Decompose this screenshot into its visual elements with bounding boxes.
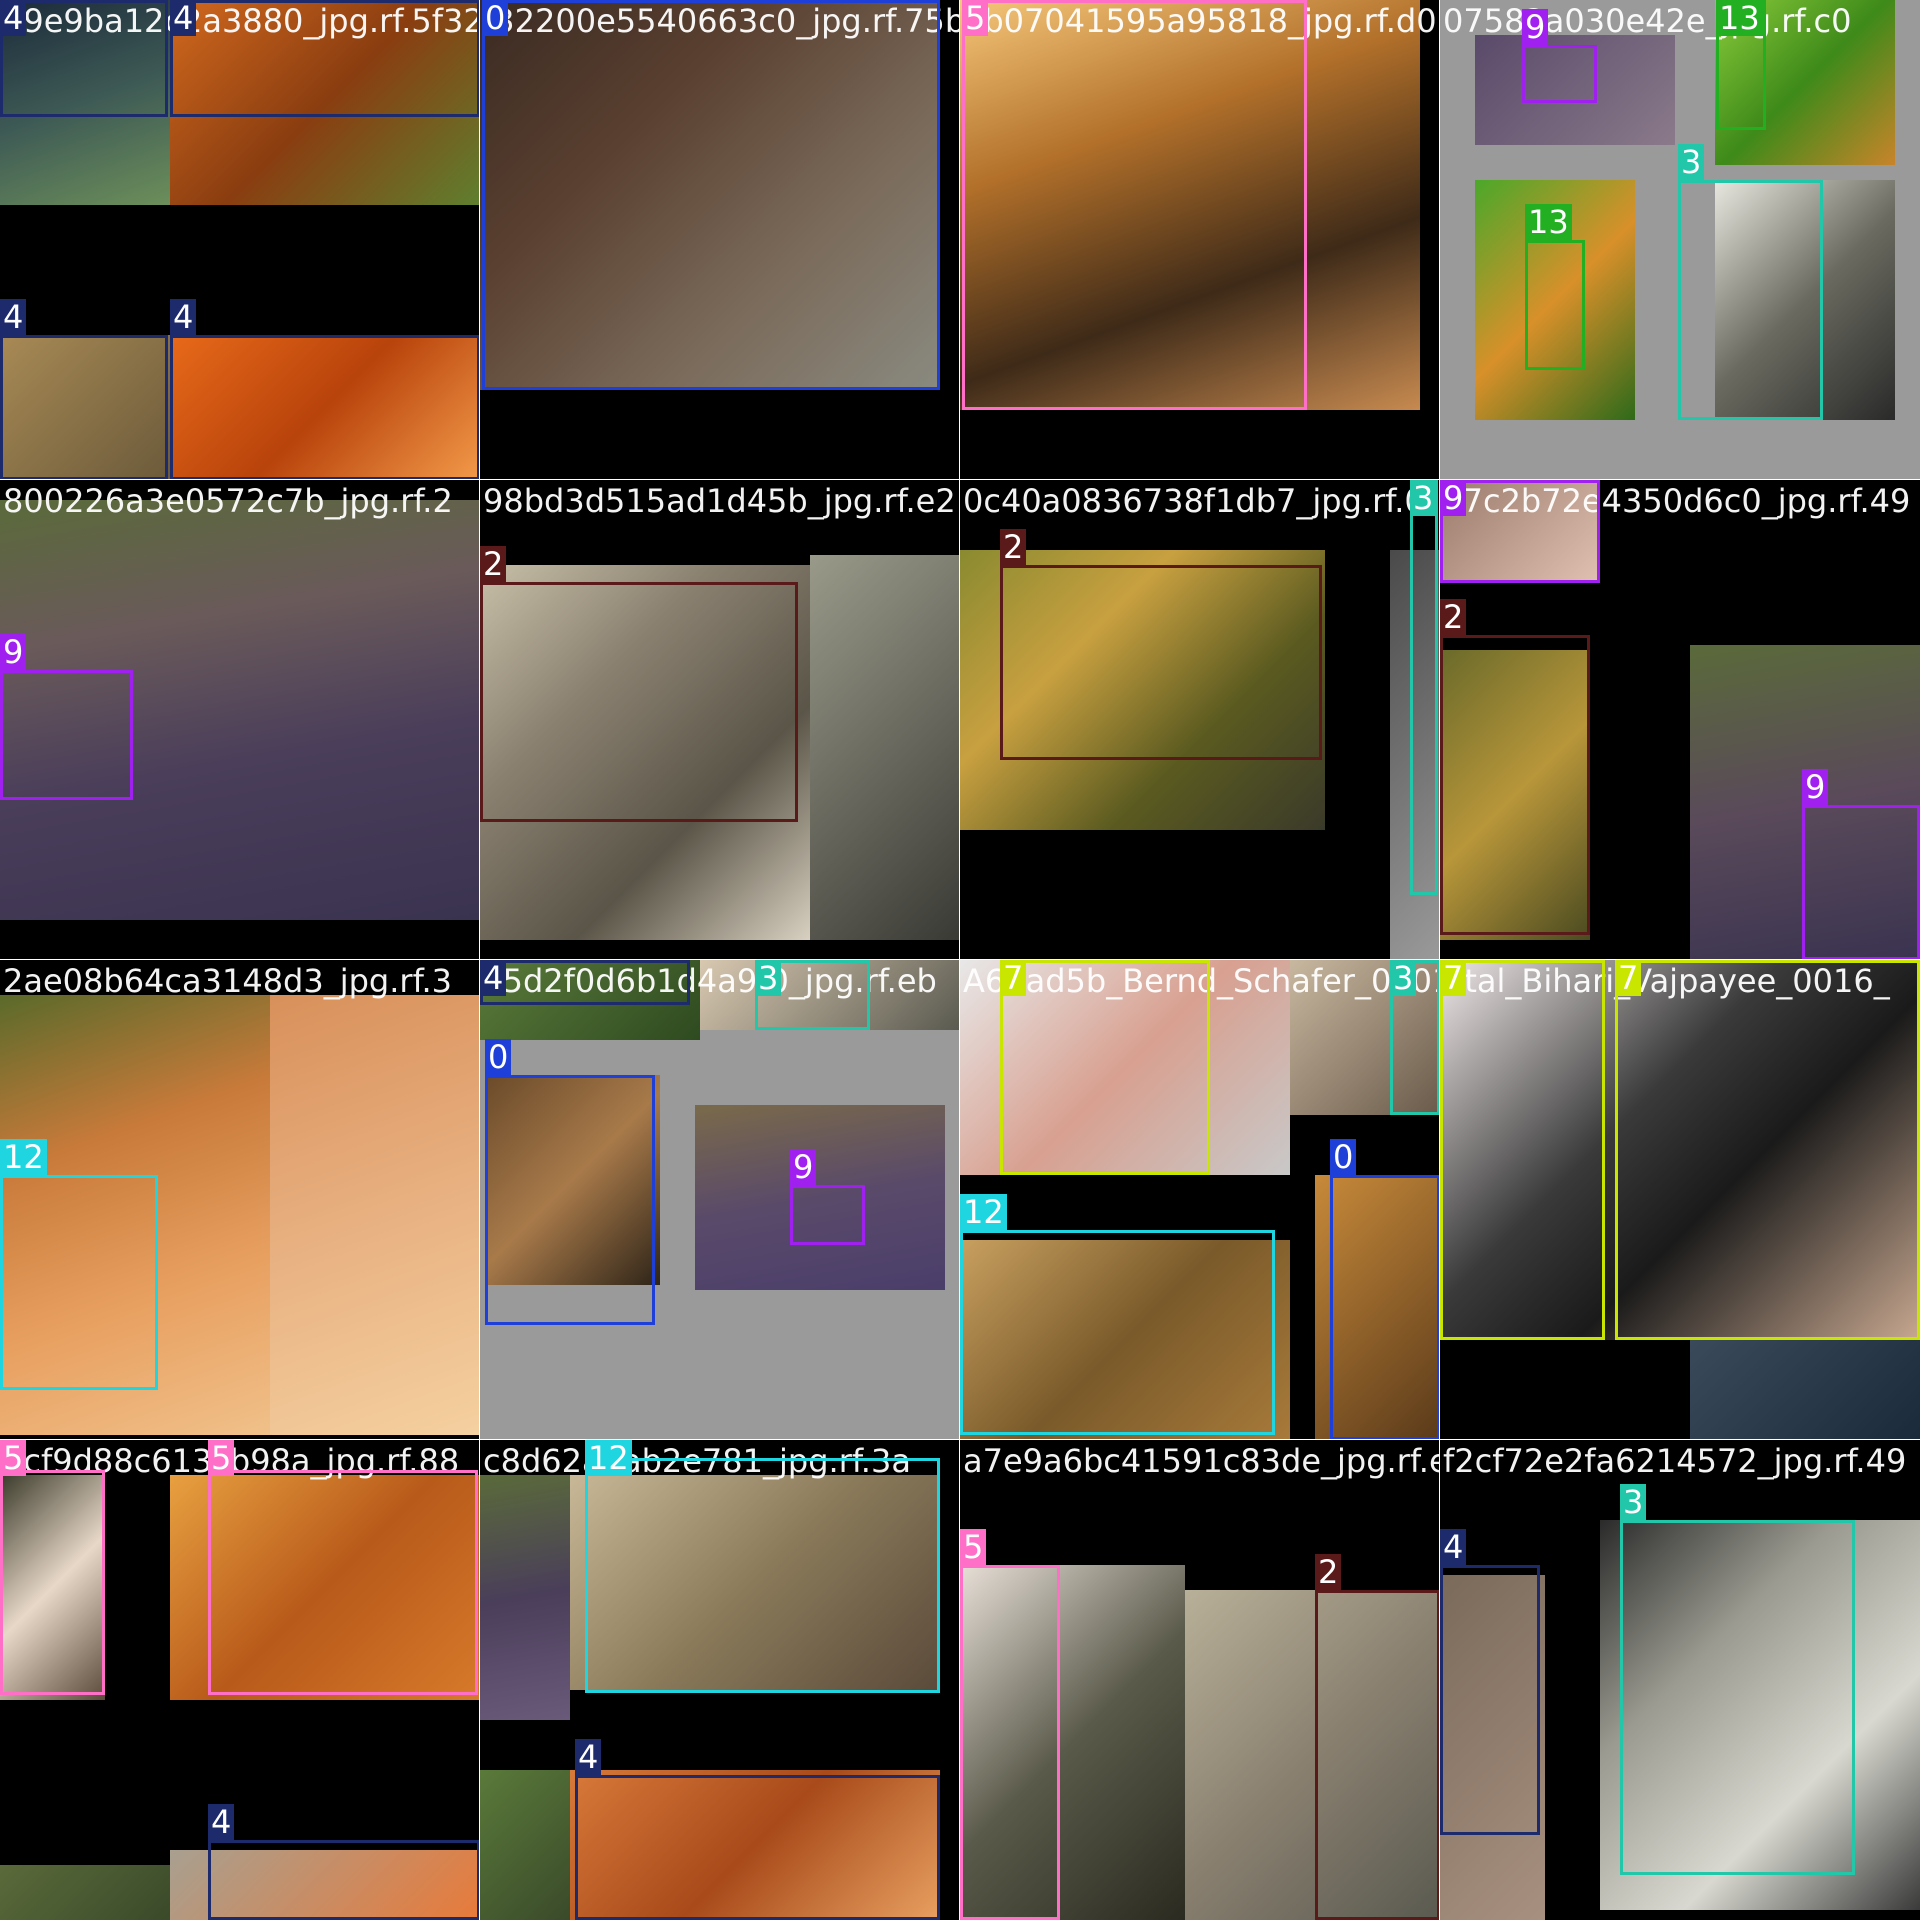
bounding-box-class-4 — [170, 335, 480, 480]
photo-patch — [480, 1770, 570, 1920]
bounding-box-class-9 — [790, 1185, 865, 1245]
mosaic-tile-a030e42: 07582a030e42e_jpg.rf.c0 9 13 13 3 — [1439, 0, 1920, 481]
bounding-box-class-4 — [575, 1775, 940, 1920]
bounding-box-class-9 — [0, 670, 133, 800]
mosaic-tile-Bernd: A61ad5b_Bernd_Schafer_0001_jpg.rf.73120 — [959, 959, 1441, 1441]
class-label: 2 — [1440, 599, 1467, 635]
mosaic-tile-2cf72e2f: f2cf72e2fa6214572_jpg.rf.49 4 3 — [1439, 1439, 1920, 1920]
class-label: 4 — [0, 299, 27, 335]
bounding-box-class-4 — [170, 0, 480, 117]
bounding-box-class-3 — [1678, 180, 1823, 420]
class-label: 3 — [755, 960, 782, 996]
mosaic-tile-c0836738: 0c40a0836738f1db7_jpg.rf.0 2 3 — [959, 479, 1441, 961]
class-label: 9 — [1440, 480, 1467, 516]
bounding-box-class-2 — [1315, 1590, 1440, 1920]
mosaic-grid: 49e9ba12c2a3880_jpg.rf.5f32200e5540663c0… — [0, 0, 1920, 1920]
mosaic-tile-f32200e: f32200e5540663c0_jpg.rf.75b07041595a9581… — [479, 0, 961, 481]
bounding-box-class-7 — [1440, 960, 1605, 1340]
bounding-box-class-5 — [208, 1470, 478, 1695]
bounding-box-class-13 — [1525, 240, 1585, 370]
photo-patch — [0, 1865, 170, 1920]
bounding-box-class-4 — [1440, 1565, 1540, 1835]
bounding-box-class-9 — [1522, 45, 1597, 103]
bounding-box-class-0 — [482, 0, 940, 390]
class-label: 9 — [0, 634, 27, 670]
class-label: 0 — [482, 0, 509, 36]
class-label: 7 — [1615, 960, 1642, 996]
mosaic-tile-5d2f0d6: a5d2f0d6b1d4a9f0_jpg.rf.eb 4 3 0 9 — [479, 959, 961, 1441]
class-label: 0 — [1330, 1139, 1357, 1175]
class-label: 4 — [575, 1739, 602, 1775]
bounding-box-class-4 — [0, 335, 168, 480]
tile-filename: 98bd3d515ad1d45b_jpg.rf.e2 — [483, 482, 956, 520]
tile-filename: 07582a030e42e_jpg.rf.c0 — [1443, 2, 1852, 40]
tile-filename: 800226a3e0572c7b_jpg.rf.2 — [3, 482, 453, 520]
class-label: 13 — [1716, 0, 1763, 36]
bounding-box-class-5 — [0, 1470, 105, 1695]
tile-filename: 2ae08b64ca3148d3_jpg.rf.3 — [3, 962, 453, 1000]
class-label: 4 — [480, 960, 507, 996]
bounding-box-class-12 — [960, 1230, 1275, 1435]
bounding-box-class-7 — [1615, 960, 1920, 1340]
class-label: 0 — [485, 1039, 512, 1075]
class-label: 2 — [1000, 529, 1027, 565]
class-label: 9 — [1522, 9, 1549, 45]
class-label: 5 — [962, 0, 989, 36]
class-label: 12 — [585, 1440, 632, 1476]
bounding-box-class-12 — [0, 1175, 158, 1390]
class-label: 5 — [960, 1529, 987, 1565]
bounding-box-class-2 — [1440, 635, 1590, 935]
class-label: 13 — [1525, 204, 1572, 240]
mosaic-tile-2ae08b64: 2ae08b64ca3148d3_jpg.rf.3 12 — [0, 959, 481, 1441]
photo-patch — [810, 555, 960, 940]
class-label: 3 — [1620, 1484, 1647, 1520]
bounding-box-class-3 — [1620, 1520, 1855, 1875]
class-label: 4 — [170, 299, 197, 335]
bounding-box-class-4 — [480, 960, 690, 1005]
bounding-box-class-9 — [1802, 805, 1920, 960]
class-label: 12 — [0, 1139, 47, 1175]
mosaic-tile-Vajpayee: Atal_Bihari_Vajpayee_0016_ 7 7 — [1439, 959, 1920, 1441]
class-label: 12 — [960, 1194, 1007, 1230]
bounding-box-class-7 — [1000, 960, 1210, 1175]
mosaic-tile-b72e4350: a7c2b72e4350d6c0_jpg.rf.49 9 2 9 — [1439, 479, 1920, 961]
class-label: 4 — [208, 1804, 235, 1840]
class-label: 3 — [1678, 144, 1705, 180]
class-label: 3 — [1410, 480, 1437, 516]
class-label: 7 — [1440, 960, 1467, 996]
class-label: 4 — [1440, 1529, 1467, 1565]
bounding-box-class-0 — [1330, 1175, 1440, 1440]
bounding-box-class-0 — [485, 1075, 655, 1325]
class-label: 9 — [790, 1149, 817, 1185]
bounding-box-class-2 — [480, 582, 798, 822]
class-label: 4 — [170, 0, 197, 36]
photo-patch — [270, 995, 480, 1435]
bounding-box-class-12 — [585, 1458, 940, 1693]
tile-filename: a7e9a6bc41591c83de_jpg.rf.eff — [963, 1442, 1440, 1480]
mosaic-tile-1d45b: 98bd3d515ad1d45b_jpg.rf.e2 2 — [479, 479, 961, 961]
tile-filename: 0c40a0836738f1db7_jpg.rf.0 — [963, 482, 1425, 520]
photo-patch — [480, 1475, 570, 1720]
mosaic-tile-800226a3: 800226a3e0572c7b_jpg.rf.2 9 — [0, 479, 481, 961]
tile-filename: f2cf72e2fa6214572_jpg.rf.49 — [1443, 1442, 1907, 1480]
photo-patch — [1690, 1340, 1920, 1440]
class-label: 2 — [1315, 1554, 1342, 1590]
class-label: 5 — [0, 1440, 27, 1476]
mosaic-tile-b07041595: 5b07041595a95818_jpg.rf.d07582a030e42e5 — [959, 0, 1441, 481]
bounding-box-class-4 — [208, 1840, 480, 1920]
bounding-box-class-5 — [962, 0, 1307, 410]
class-label: 2 — [480, 546, 507, 582]
mosaic-tile-9e9ba12: 49e9ba12c2a3880_jpg.rf.5f32200e5540663c0… — [0, 0, 481, 481]
bounding-box-class-5 — [960, 1565, 1060, 1920]
class-label: 4 — [0, 0, 27, 36]
class-label: 7 — [1000, 960, 1027, 996]
mosaic-tile-c8d62a: c8d62a5ab2e781_jpg.rf.3a 12 4 — [479, 1439, 961, 1920]
mosaic-tile-2cf9d88c: 2cf9d88c613cb98a_jpg.rf.88554 — [0, 1439, 481, 1920]
mosaic-tile-7e9a6b: a7e9a6bc41591c83de_jpg.rf.eff 5 2 — [959, 1439, 1441, 1920]
bounding-box-class-2 — [1000, 565, 1322, 760]
class-label: 3 — [1390, 960, 1417, 996]
class-label: 9 — [1802, 769, 1829, 805]
class-label: 5 — [208, 1440, 235, 1476]
bounding-box-class-3 — [1410, 480, 1438, 895]
